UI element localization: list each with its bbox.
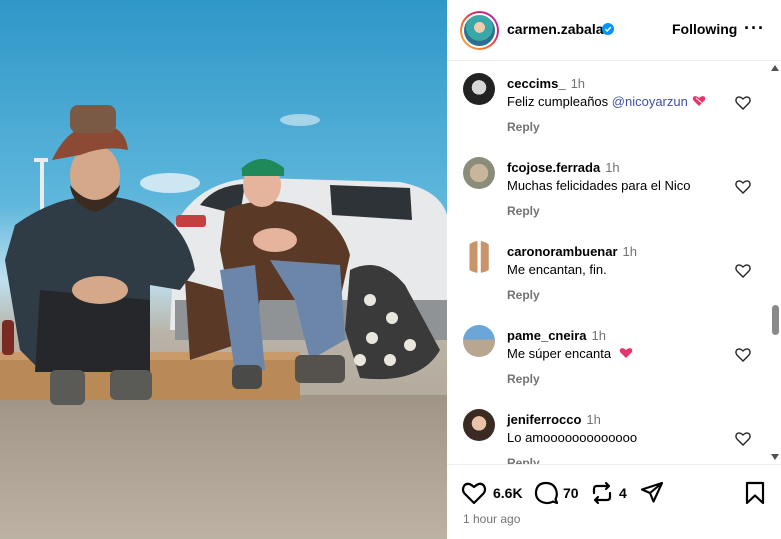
post-photo-illustration [0,105,447,539]
comment-item: ceccims_ 1h Feliz cumpleaños @nicoyarzun … [447,61,767,145]
comments-list: ceccims_ 1h Feliz cumpleaños @nicoyarzun … [447,61,781,464]
post-detail-panel: carmen.zabala Following ··· ceccims_ 1h F… [447,0,781,539]
commenter-username[interactable]: fcojose.ferrada [507,160,600,175]
commenter-avatar[interactable] [463,73,495,105]
reply-button[interactable]: Reply [507,120,540,134]
scroll-down-arrow-icon[interactable] [771,454,779,460]
more-options-button[interactable]: ··· [744,18,765,39]
like-comment-heart-icon[interactable] [735,95,751,110]
commenter-username[interactable]: ceccims_ [507,76,566,91]
post-header: carmen.zabala Following ··· [447,0,781,61]
comment-text: Me encantan, fin. [507,262,607,277]
comment-time: 1h [570,76,586,91]
heart-with-ribbon-icon [692,96,706,106]
scroll-up-arrow-icon[interactable] [771,65,779,71]
comment-time: 1h [591,328,606,343]
commenter-avatar[interactable] [463,325,495,357]
scrollbar-thumb[interactable] [772,305,779,335]
following-button[interactable]: Following [672,21,737,37]
post-actions-bar: 6.6K 70 4 1 hour ago [447,464,781,539]
post-photo[interactable] [0,0,447,539]
like-heart-icon[interactable] [461,480,487,506]
reply-button[interactable]: Reply [507,372,540,386]
comment-item: fcojose.ferrada 1h Muchas felicidades par… [447,145,767,229]
commenter-avatar[interactable] [463,241,495,273]
comment-text: Feliz cumpleaños @nicoyarzun [507,94,706,109]
comments-scrollbar[interactable] [769,61,781,464]
comments-count[interactable]: 70 [563,485,579,501]
commenter-avatar[interactable] [463,409,495,441]
mention-link[interactable]: @nicoyarzun [612,94,688,109]
comment-item: jeniferrocco 1h Lo amooooooooooooo Reply [447,397,767,464]
comment-time: 1h [622,244,638,259]
like-comment-heart-icon[interactable] [735,431,751,446]
verified-badge-icon [602,23,614,35]
post-timestamp[interactable]: 1 hour ago [463,512,520,526]
comment-text: Lo amooooooooooooo [507,430,638,445]
comment-bubble-icon[interactable] [533,480,559,506]
reply-button[interactable]: Reply [507,456,540,464]
author-avatar[interactable] [460,11,499,50]
author-username[interactable]: carmen.zabala [507,21,604,37]
like-comment-heart-icon[interactable] [735,347,751,362]
reply-button[interactable]: Reply [507,288,540,302]
comment-item: caronorambuenar 1h Me encantan, fin. Repl… [447,229,767,313]
comment-item: pame_cneira 1h Me súper encanta Reply [447,313,767,397]
save-bookmark-icon[interactable] [742,480,768,506]
share-send-icon[interactable] [639,480,665,506]
repost-icon[interactable] [589,480,615,506]
likes-count[interactable]: 6.6K [493,485,523,501]
reposts-count[interactable]: 4 [619,485,627,501]
pink-heart-icon [619,348,632,358]
commenter-username[interactable]: jeniferrocco [507,412,581,427]
like-comment-heart-icon[interactable] [735,263,751,278]
comment-text: Me súper encanta [507,346,633,361]
reply-button[interactable]: Reply [507,204,540,218]
commenter-username[interactable]: pame_cneira [507,328,587,343]
like-comment-heart-icon[interactable] [735,179,751,194]
comment-text: Muchas felicidades para el Nico [507,178,691,193]
comment-time: 1h [586,412,601,427]
commenter-username[interactable]: caronorambuenar [507,244,618,259]
comment-time: 1h [605,160,620,175]
commenter-avatar[interactable] [463,157,495,189]
